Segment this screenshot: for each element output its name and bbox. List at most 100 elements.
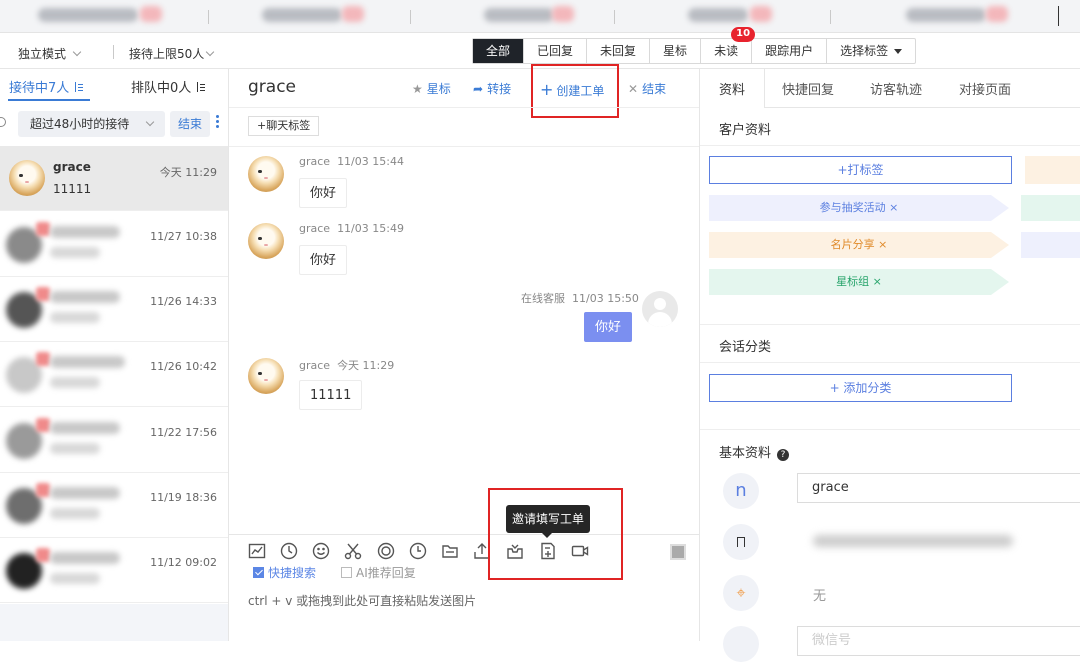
history-icon[interactable] xyxy=(409,542,427,560)
blurred-badge xyxy=(750,6,772,22)
name-field[interactable]: grace xyxy=(797,473,1080,503)
agent-avatar-icon xyxy=(642,291,678,327)
sort-icon[interactable] xyxy=(73,82,84,92)
customer-info-panel: 资料 快捷回复 访客轨迹 对接页面 客户资料 +打标签 参与抽奖活动 × 名片分… xyxy=(699,69,1080,662)
conversation-time: 11/12 09:02 xyxy=(150,556,217,569)
blurred-badge xyxy=(552,6,574,22)
blurred-nav-item[interactable] xyxy=(38,8,138,22)
conversation-item[interactable]: 11/26 14:33 xyxy=(0,277,228,342)
tab-queueing[interactable]: 排队中0人 xyxy=(131,77,206,96)
add-chat-tag-button[interactable]: +聊天标签 xyxy=(248,116,320,136)
conversation-list-panel: 接待中7人 排队中0人 超过48小时的接待 结束 grace 11111 今天 … xyxy=(0,69,229,641)
tab-replied[interactable]: 已回复 xyxy=(524,39,588,63)
tab-visitor-track[interactable]: 访客轨迹 xyxy=(870,79,922,98)
blurred-nav-item[interactable] xyxy=(906,8,986,22)
ai-recommend-checkbox[interactable]: AI推荐回复 xyxy=(341,564,416,581)
avatar xyxy=(248,156,284,192)
checkbox-checked[interactable] xyxy=(253,567,264,578)
folder-icon[interactable] xyxy=(441,542,459,560)
add-category-button[interactable]: + 添加分类 xyxy=(709,374,1012,402)
reception-limit-select[interactable]: 接待上限50人 xyxy=(129,45,215,62)
checkbox-unchecked[interactable] xyxy=(341,567,352,578)
message-time: 今天 11:29 xyxy=(337,359,395,372)
divider xyxy=(764,69,765,107)
sort-icon[interactable] xyxy=(195,82,206,92)
more-options-icon[interactable] xyxy=(216,115,219,130)
share-arrow-icon: ➦ xyxy=(473,82,484,96)
conversation-item[interactable]: 11/22 17:56 xyxy=(0,408,228,473)
divider xyxy=(229,146,699,147)
end-chat-button[interactable]: ✕ 结束 xyxy=(628,80,666,97)
chart-icon[interactable] xyxy=(248,542,266,560)
tag-chip-star-group[interactable]: 星标组 × xyxy=(709,269,1009,295)
message-meta: 在线客服 11/03 15:50 xyxy=(521,290,639,306)
message-time: 11/03 15:49 xyxy=(337,222,404,235)
tab-profile[interactable]: 资料 xyxy=(719,79,745,98)
message-meta: grace 11/03 15:49 xyxy=(299,222,404,235)
unread-indicator xyxy=(36,483,50,497)
quick-search-label: 快捷搜索 xyxy=(268,566,317,580)
invite-icon[interactable] xyxy=(377,542,395,560)
divider xyxy=(700,324,1080,325)
wechat-field[interactable]: 微信号 xyxy=(797,626,1080,656)
reception-time-filter-label: 超过48小时的接待 xyxy=(30,117,130,131)
tab-unreplied[interactable]: 未回复 xyxy=(587,39,651,63)
end-conversation-button[interactable]: 结束 xyxy=(170,111,210,137)
conversation-preview: 11111 xyxy=(53,182,92,196)
chevron-down-icon xyxy=(72,47,82,57)
reception-time-filter-select[interactable]: 超过48小时的接待 xyxy=(18,111,165,137)
message-sender: grace xyxy=(299,222,331,235)
tab-unread[interactable]: 未读 10 xyxy=(701,27,756,63)
star-button-label: 星标 xyxy=(426,82,451,96)
divider xyxy=(830,10,831,24)
avatar xyxy=(9,160,45,196)
transfer-button[interactable]: ➦ 转接 xyxy=(473,80,511,97)
conversation-item-grace[interactable]: grace 11111 今天 11:29 xyxy=(0,146,228,211)
help-icon[interactable]: ? xyxy=(777,449,790,461)
blurred-preview xyxy=(50,443,100,454)
tab-quick-reply[interactable]: 快捷回复 xyxy=(782,79,834,98)
blurred-preview xyxy=(50,508,100,519)
search-icon[interactable] xyxy=(0,117,6,127)
avatar xyxy=(248,358,284,394)
tab-in-reception[interactable]: 接待中7人 xyxy=(9,77,84,96)
tab-starred[interactable]: 星标 xyxy=(650,39,702,63)
blurred-badge xyxy=(140,6,162,22)
emoji-icon[interactable] xyxy=(312,542,330,560)
message-bubble: 11111 xyxy=(299,380,363,410)
scissors-icon[interactable] xyxy=(344,542,362,560)
blurred-nav-item[interactable] xyxy=(688,8,748,22)
tab-docking-page[interactable]: 对接页面 xyxy=(959,79,1011,98)
tab-queueing-label: 排队中0人 xyxy=(131,81,192,96)
tag-chip xyxy=(1021,232,1080,258)
clock-icon[interactable] xyxy=(280,542,298,560)
tag-chip xyxy=(1025,156,1080,184)
unread-indicator xyxy=(36,287,50,301)
name-field-icon: n xyxy=(723,473,759,509)
quick-search-checkbox[interactable]: 快捷搜索 xyxy=(253,564,316,581)
blurred-preview xyxy=(50,573,100,584)
mode-select[interactable]: 独立模式 xyxy=(18,45,82,62)
tab-all[interactable]: 全部 xyxy=(473,39,525,63)
tag-chip-card-share[interactable]: 名片分享 × xyxy=(709,232,1009,258)
list-footer xyxy=(0,604,228,641)
blurred-name xyxy=(50,291,120,303)
unread-indicator xyxy=(36,548,50,562)
session-category-title: 会话分类 xyxy=(719,340,772,355)
blurred-nav-item[interactable] xyxy=(262,8,342,22)
conversation-item[interactable]: 11/26 10:42 xyxy=(0,342,228,407)
conversation-item[interactable]: 11/19 18:36 xyxy=(0,473,228,538)
message-input-placeholder[interactable]: ctrl + v 或拖拽到此处可直接粘贴发送图片 xyxy=(248,592,688,609)
screenshot-icon[interactable] xyxy=(670,544,686,560)
star-button[interactable]: ★ 星标 xyxy=(412,80,451,97)
add-tag-button[interactable]: +打标签 xyxy=(709,156,1012,184)
blurred-nav-item[interactable] xyxy=(484,8,554,22)
conversation-item[interactable]: 11/12 09:02 xyxy=(0,538,228,603)
tab-tracked-users[interactable]: 跟踪用户 xyxy=(752,39,828,63)
tag-chip-lottery[interactable]: 参与抽奖活动 × xyxy=(709,195,1009,221)
conversation-item[interactable]: 11/27 10:38 xyxy=(0,212,228,277)
message-meta: grace 今天 11:29 xyxy=(299,357,394,373)
divider xyxy=(764,107,1080,108)
caret-down-icon xyxy=(894,49,903,54)
tab-select-tag[interactable]: 选择标签 xyxy=(827,39,915,63)
